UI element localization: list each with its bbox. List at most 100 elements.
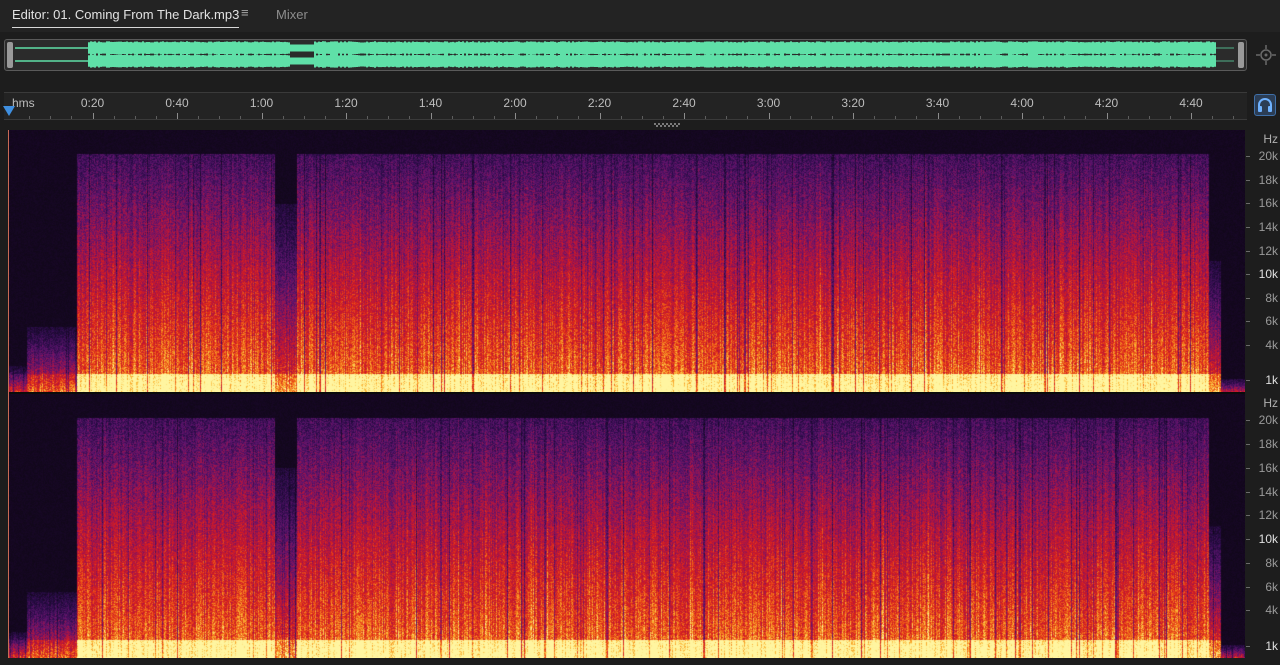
spectral-display-channel-1[interactable]: [9, 130, 1245, 392]
ruler-minor-tick: [536, 116, 538, 119]
frequency-tick: [1246, 274, 1250, 276]
frequency-tick: [1246, 250, 1250, 252]
ruler-tick-label: 1:00: [249, 96, 274, 110]
frequency-label: 18k: [1258, 172, 1278, 187]
frequency-label: 18k: [1258, 437, 1278, 452]
ruler-minor-tick: [874, 116, 876, 119]
frequency-label: 16k: [1258, 196, 1278, 211]
frequency-tick: [1246, 646, 1250, 648]
ruler-tick-label: 4:40: [1179, 96, 1203, 110]
ruler-tick-label: 0:40: [165, 96, 189, 110]
frequency-tick: [1246, 610, 1250, 612]
frequency-tick: [1246, 515, 1250, 517]
ruler-minor-tick: [324, 116, 326, 119]
frequency-tick: [1246, 420, 1250, 422]
ruler-minor-tick: [71, 116, 73, 119]
zoom-navigator-icon[interactable]: [1256, 44, 1276, 66]
frequency-label: 12k: [1258, 508, 1278, 523]
frequency-label: 6k: [1265, 579, 1278, 594]
frequency-tick: [1246, 586, 1250, 588]
frequency-label: 1k: [1265, 373, 1278, 388]
frequency-label: 4k: [1265, 337, 1278, 352]
frequency-label: 16k: [1258, 460, 1278, 475]
ruler-minor-tick: [705, 116, 707, 119]
ruler-minor-tick: [29, 116, 31, 119]
ruler-minor-tick: [1169, 116, 1171, 119]
ruler-minor-tick: [1233, 116, 1235, 119]
ruler-minor-tick: [747, 116, 749, 119]
frequency-scale-channel-2: Hz 20k 18k 16k 14k 12k 10k 8k 6k 4k 1k: [1246, 394, 1280, 658]
ruler-minor-tick: [493, 116, 495, 119]
ruler-minor-tick: [1000, 116, 1002, 119]
frequency-tick: [1246, 203, 1250, 205]
frequency-label: 12k: [1258, 243, 1278, 258]
overview-navigator[interactable]: [4, 39, 1247, 71]
ruler-tick-mark: [684, 113, 685, 119]
time-ruler[interactable]: hms 0:20 0:40 1:00 1:20 1:40 2:00 2:20 2:40 3:00…: [4, 92, 1247, 120]
spectral-display-channel-2[interactable]: [9, 394, 1245, 658]
ruler-minor-tick: [367, 116, 369, 119]
tab-editor[interactable]: Editor: 01. Coming From The Dark.mp3: [12, 6, 240, 28]
ruler-minor-tick: [388, 116, 390, 119]
ruler-minor-tick: [916, 116, 918, 119]
overview-right-handle[interactable]: [1238, 42, 1244, 68]
ruler-tick-mark: [853, 113, 854, 119]
ruler-minor-tick: [958, 116, 960, 119]
frequency-tick: [1246, 562, 1250, 564]
ruler-minor-tick: [557, 116, 559, 119]
ruler-tick-mark: [1191, 113, 1192, 119]
tab-mixer[interactable]: Mixer: [276, 6, 308, 24]
frequency-tick: [1246, 539, 1250, 541]
ruler-minor-tick: [409, 116, 411, 119]
overview-waveform-channel-2: [15, 54, 1234, 68]
ruler-minor-tick: [113, 116, 115, 119]
ruler-minor-tick: [641, 116, 643, 119]
ruler-tick-label: 4:20: [1094, 96, 1119, 110]
frequency-label: 14k: [1258, 484, 1278, 499]
ruler-minor-tick: [1085, 116, 1087, 119]
ruler-minor-tick: [1043, 116, 1045, 119]
ruler-tick-label: 4:00: [1010, 96, 1034, 110]
ruler-tick-label: 3:20: [841, 96, 865, 110]
ruler-minor-tick: [726, 116, 728, 119]
ruler-tick-mark: [515, 113, 516, 119]
ruler-minor-tick: [1212, 116, 1214, 119]
frequency-label: 8k: [1265, 555, 1278, 570]
frequency-tick: [1246, 156, 1250, 158]
frequency-label: 1k: [1265, 639, 1278, 654]
ruler-tick-label: 1:40: [418, 96, 443, 110]
panel-menu-icon[interactable]: ≡: [241, 5, 249, 20]
frequency-tick: [1246, 297, 1250, 299]
ruler-minor-tick: [134, 116, 136, 119]
playhead-marker-icon[interactable]: [3, 106, 15, 116]
frequency-label: 10k: [1258, 532, 1278, 547]
frequency-tick: [1246, 226, 1250, 228]
ruler-minor-tick: [282, 116, 284, 119]
ruler-minor-tick: [578, 116, 580, 119]
frequency-label: 8k: [1265, 290, 1278, 305]
ruler-tick-mark: [346, 113, 347, 119]
ruler-tick-label: 0:20: [80, 96, 105, 110]
ruler-minor-tick: [789, 116, 791, 119]
panel-resize-grip[interactable]: [654, 123, 682, 127]
ruler-tick-mark: [1022, 113, 1023, 119]
ruler-minor-tick: [451, 116, 453, 119]
frequency-label: 6k: [1265, 314, 1278, 329]
frequency-label: Hz: [1263, 132, 1278, 147]
ruler-minor-tick: [472, 116, 474, 119]
ruler-minor-tick: [240, 116, 242, 119]
ruler-tick-label: 1:20: [334, 96, 358, 110]
overview-left-handle[interactable]: [7, 42, 13, 68]
overview-waveform-channel-1: [15, 41, 1234, 55]
headphones-monitor-icon[interactable]: [1254, 94, 1276, 116]
ruler-minor-tick: [831, 116, 833, 119]
ruler-tick-mark: [430, 113, 432, 119]
ruler-unit-label: hms: [12, 96, 35, 110]
ruler-tick-mark: [768, 113, 770, 119]
frequency-tick: [1246, 467, 1250, 469]
frequency-label: 20k: [1258, 149, 1278, 164]
ruler-tick-mark: [937, 113, 939, 119]
ruler-minor-tick: [979, 116, 981, 119]
ruler-tick-mark: [92, 113, 94, 119]
ruler-minor-tick: [198, 116, 200, 119]
